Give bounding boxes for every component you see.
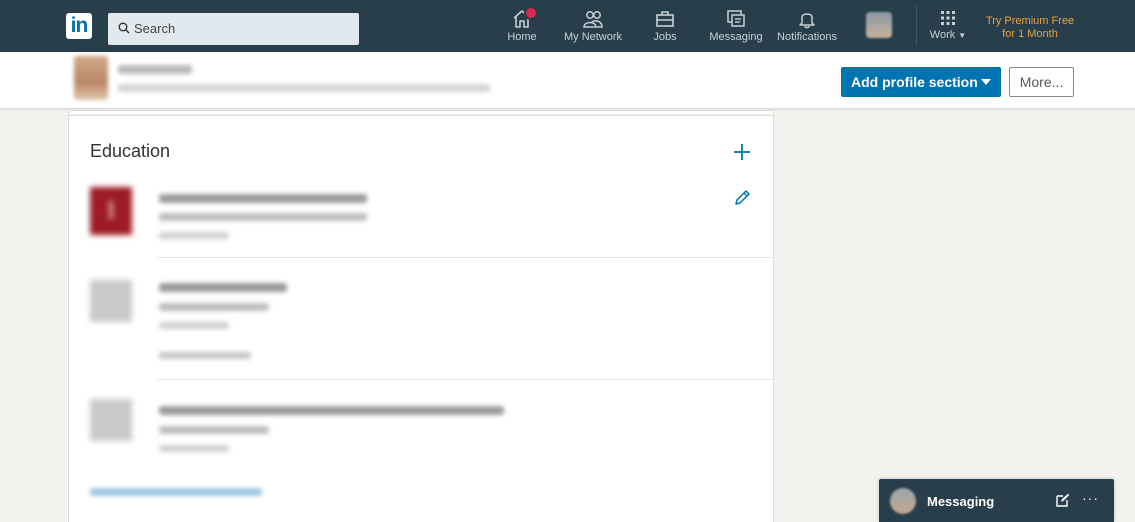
- messaging-overlay-bar[interactable]: Messaging ···: [879, 479, 1114, 522]
- nav-my-network-label: My Network: [563, 31, 623, 43]
- nav-divider: [916, 6, 917, 46]
- nav-work[interactable]: Work ▼: [928, 9, 968, 49]
- degree-blurred: [159, 426, 269, 434]
- profile-photo: [74, 56, 108, 100]
- caret-down-icon: ▼: [958, 31, 967, 40]
- briefcase-icon: [656, 11, 674, 27]
- nav-home[interactable]: Home: [506, 6, 538, 49]
- dates-blurred: [159, 445, 229, 452]
- school-logo[interactable]: [90, 187, 132, 235]
- dates-blurred: [159, 232, 229, 239]
- previous-card-edge: [68, 110, 774, 114]
- education-title: Education: [90, 141, 171, 161]
- premium-line1: Try Premium Free: [985, 15, 1075, 27]
- show-more-education-link[interactable]: [90, 488, 262, 496]
- add-profile-section-button[interactable]: Add profile section: [841, 67, 1001, 97]
- logo-text: in: [70, 14, 89, 37]
- notification-badge: [524, 6, 538, 20]
- top-navigation-bar: in Search Home My Network Jobs Messaging…: [0, 0, 1135, 52]
- bell-icon: [799, 13, 815, 29]
- messaging-avatar: [890, 488, 916, 514]
- search-placeholder: Search: [134, 21, 176, 36]
- profile-name-blurred: [118, 65, 192, 74]
- caret-down-icon: [981, 79, 991, 85]
- nav-messaging[interactable]: Messaging: [708, 9, 764, 49]
- nav-my-network[interactable]: My Network: [561, 9, 625, 49]
- education-card: Education: [68, 115, 775, 522]
- nav-home-label: Home: [507, 31, 537, 43]
- entry-separator: [157, 257, 775, 258]
- add-education-icon[interactable]: [733, 143, 751, 161]
- premium-link[interactable]: Try Premium Free for 1 Month: [985, 15, 1075, 41]
- messaging-label: Messaging: [927, 494, 995, 509]
- network-icon: [583, 11, 603, 28]
- grid-icon: [941, 11, 955, 25]
- messaging-icon: [727, 10, 745, 27]
- compose-icon[interactable]: [1056, 493, 1070, 507]
- profile-sticky-bar: Add profile section More...: [0, 52, 1135, 109]
- work-text: Work: [929, 29, 956, 41]
- school-name-blurred[interactable]: [159, 194, 367, 203]
- school-name-blurred[interactable]: [159, 406, 504, 415]
- nav-jobs[interactable]: Jobs: [651, 9, 679, 49]
- degree-blurred: [159, 303, 269, 311]
- edit-pencil-icon[interactable]: [733, 189, 751, 207]
- more-button[interactable]: More...: [1009, 67, 1074, 97]
- activities-blurred: [159, 352, 251, 359]
- add-profile-section-label: Add profile section: [851, 74, 978, 90]
- nav-messaging-label: Messaging: [709, 31, 763, 43]
- me-avatar[interactable]: [866, 12, 892, 38]
- profile-headline-blurred: [118, 84, 490, 92]
- nav-work-label: Work ▼: [928, 29, 968, 41]
- search-icon: [118, 22, 130, 34]
- dates-blurred: [159, 322, 229, 329]
- entry-separator: [157, 379, 775, 380]
- more-options-icon[interactable]: ···: [1082, 490, 1099, 506]
- degree-blurred: [159, 213, 367, 221]
- linkedin-logo[interactable]: in: [66, 13, 92, 39]
- school-name-blurred[interactable]: [159, 283, 287, 292]
- school-logo[interactable]: [90, 399, 132, 441]
- nav-notifications-label: Notifications: [777, 31, 837, 43]
- premium-line2: for 1 Month: [1002, 28, 1058, 40]
- nav-notifications[interactable]: Notifications: [775, 9, 839, 49]
- nav-jobs-label: Jobs: [653, 31, 677, 43]
- search-box[interactable]: Search: [108, 13, 359, 45]
- school-logo[interactable]: [90, 280, 132, 322]
